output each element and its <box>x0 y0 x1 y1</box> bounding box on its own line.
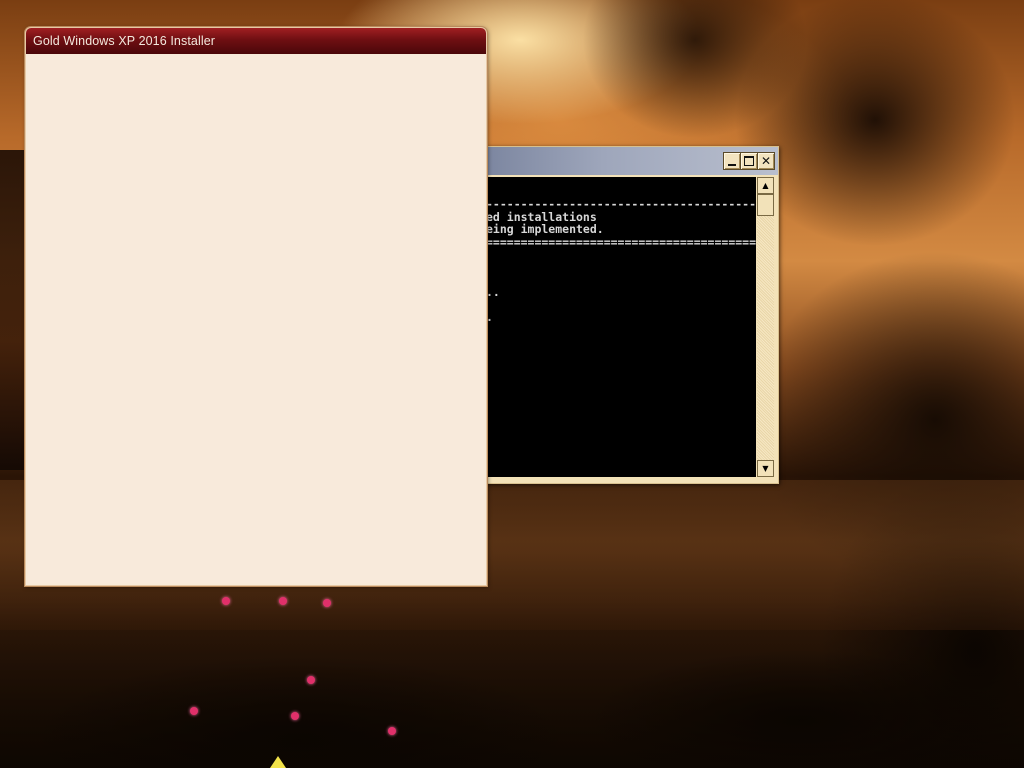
scroll-up-button[interactable]: ▲ <box>757 177 774 194</box>
installer-window[interactable]: Gold Windows XP 2016 Installer <box>25 27 487 586</box>
wallpaper-flower <box>279 597 287 605</box>
close-icon: ✕ <box>760 154 772 168</box>
scroll-up-icon: ▲ <box>762 181 769 190</box>
wallpaper-flower <box>291 712 299 720</box>
installer-titlebar[interactable]: Gold Windows XP 2016 Installer <box>26 28 486 54</box>
wallpaper-flower <box>307 676 315 684</box>
scroll-down-icon: ▼ <box>762 464 769 473</box>
minimize-button[interactable] <box>723 152 741 170</box>
minimize-icon <box>728 164 736 166</box>
installer-content <box>28 55 484 583</box>
maximize-button[interactable] <box>740 152 758 170</box>
cursor-icon <box>270 756 286 768</box>
wallpaper-grass <box>0 600 1024 768</box>
wallpaper-flower <box>388 727 396 735</box>
console-window[interactable]: ✕ --------------------------------------… <box>485 146 779 484</box>
console-output[interactable]: ----------------------------------------… <box>486 177 756 477</box>
console-scrollbar[interactable]: ▲ ▼ <box>757 177 774 477</box>
wallpaper-flower <box>190 707 198 715</box>
scroll-thumb[interactable] <box>757 194 774 216</box>
console-titlebar[interactable]: ✕ <box>486 147 778 175</box>
wallpaper-flower <box>222 597 230 605</box>
wallpaper-tree-left <box>0 150 28 470</box>
console-text: ----------------------------------------… <box>486 197 756 325</box>
maximize-icon <box>744 156 754 166</box>
wallpaper-flower <box>323 599 331 607</box>
close-button[interactable]: ✕ <box>757 152 775 170</box>
scroll-down-button[interactable]: ▼ <box>757 460 774 477</box>
installer-title: Gold Windows XP 2016 Installer <box>33 34 216 48</box>
